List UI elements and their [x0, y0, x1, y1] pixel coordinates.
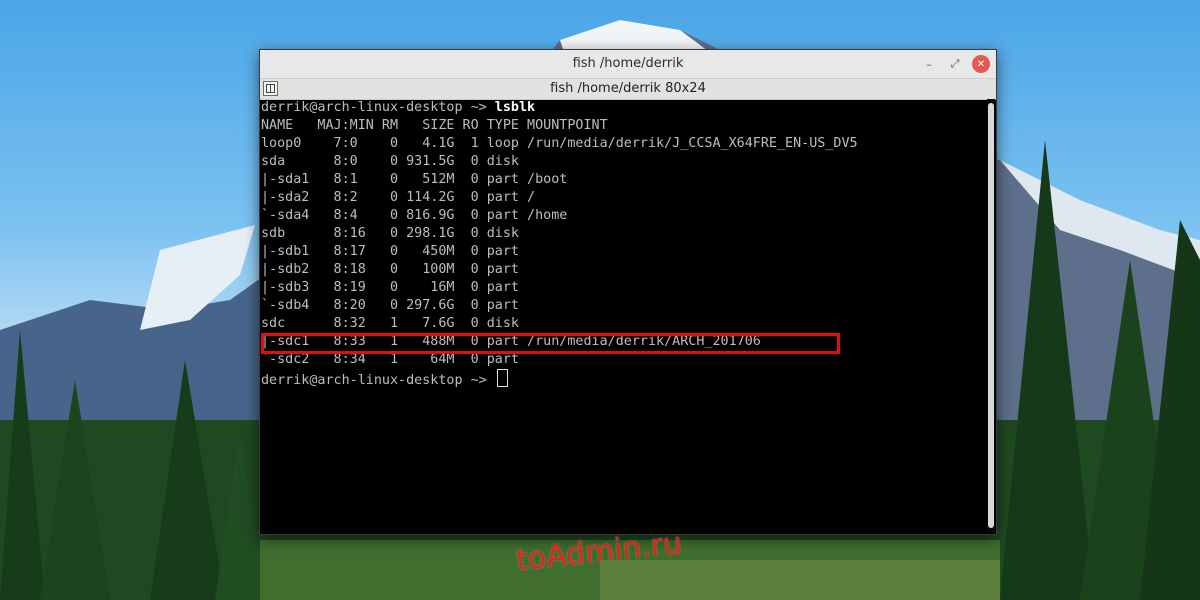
- output-line: sdb 8:16 0 298.1G 0 disk: [261, 226, 519, 241]
- minimize-button[interactable]: –: [920, 55, 938, 73]
- close-button[interactable]: ✕: [972, 55, 990, 73]
- output-line: |-sdb3 8:19 0 16M 0 part: [261, 280, 519, 295]
- scrollbar-thumb[interactable]: [988, 103, 994, 528]
- maximize-button[interactable]: ⤢: [946, 55, 964, 73]
- output-line: |-sda1 8:1 0 512M 0 part /boot: [261, 172, 568, 187]
- scrollbar[interactable]: [987, 99, 995, 532]
- output-line: loop0 7:0 0 4.1G 1 loop /run/media/derri…: [261, 136, 858, 151]
- highlight-box: [261, 333, 840, 354]
- prompt-line: derrik@arch-linux-desktop ~> lsblk: [261, 99, 986, 117]
- window-titlebar[interactable]: fish /home/derrik – ⤢ ✕: [260, 50, 996, 79]
- foreground-shore: [600, 560, 1000, 600]
- output-line: sdc 8:32 1 7.6G 0 disk: [261, 316, 519, 331]
- tab-title[interactable]: fish /home/derrik 80x24: [260, 81, 996, 96]
- text-cursor: [496, 369, 508, 387]
- terminal-window[interactable]: fish /home/derrik – ⤢ ✕ fish /home/derri…: [259, 49, 997, 535]
- shell-prompt: derrik@arch-linux-desktop ~>: [261, 100, 495, 115]
- output-line: `-sda4 8:4 0 816.9G 0 part /home: [261, 208, 568, 223]
- shell-prompt: derrik@arch-linux-desktop ~>: [261, 373, 495, 388]
- terminal-output[interactable]: derrik@arch-linux-desktop ~> lsblk NAME M…: [260, 99, 986, 534]
- output-line: |-sdb2 8:18 0 100M 0 part: [261, 262, 519, 277]
- output-line: |-sdb1 8:17 0 450M 0 part: [261, 244, 519, 259]
- window-title: fish /home/derrik: [572, 56, 684, 71]
- prompt-line: derrik@arch-linux-desktop ~>: [261, 369, 986, 388]
- output-line: `-sdb4 8:20 0 297.6G 0 part: [261, 298, 519, 313]
- tab-bar: fish /home/derrik 80x24: [260, 79, 996, 100]
- output-line: NAME MAJ:MIN RM SIZE RO TYPE MOUNTPOINT: [261, 118, 608, 133]
- command-text: lsblk: [494, 100, 536, 115]
- output-line: sda 8:0 0 931.5G 0 disk: [261, 154, 519, 169]
- output-line: |-sda2 8:2 0 114.2G 0 part /: [261, 190, 536, 205]
- window-controls: – ⤢ ✕: [920, 55, 990, 73]
